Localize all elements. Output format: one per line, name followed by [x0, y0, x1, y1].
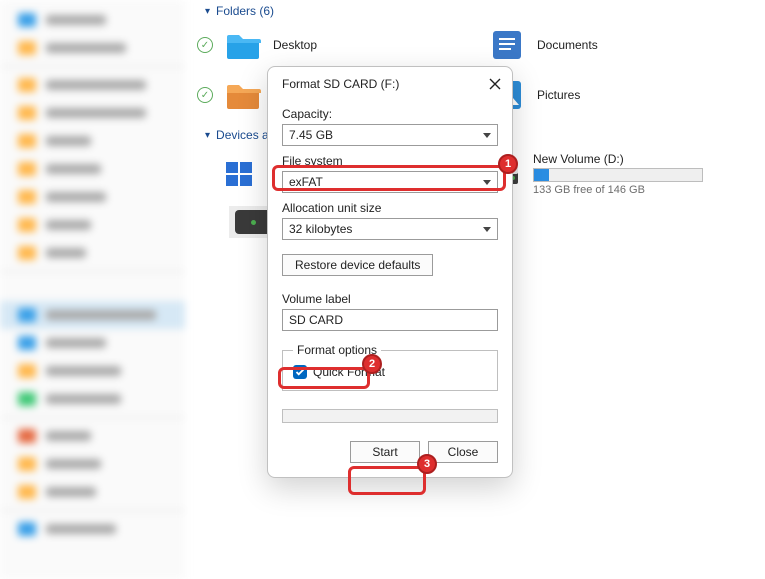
- format-progress: [282, 409, 498, 423]
- folder-name: Desktop: [273, 38, 317, 52]
- start-button[interactable]: Start: [350, 441, 420, 463]
- documents-icon: [489, 29, 525, 61]
- folder-desktop[interactable]: ✓ Desktop: [225, 24, 465, 66]
- drive-freespace: 133 GB free of 146 GB: [533, 184, 703, 196]
- restore-defaults-label: Restore device defaults: [295, 258, 420, 272]
- dialog-title: Format SD CARD (F:): [282, 77, 399, 91]
- aus-select[interactable]: 32 kilobytes: [282, 218, 498, 240]
- restore-defaults-button[interactable]: Restore device defaults: [282, 254, 433, 276]
- start-label: Start: [372, 445, 397, 459]
- capacity-label: Capacity:: [282, 107, 498, 121]
- volume-label-value: SD CARD: [289, 313, 343, 327]
- volume-label-input[interactable]: SD CARD: [282, 309, 498, 331]
- filesystem-select[interactable]: exFAT: [282, 171, 498, 193]
- folder-icon: [225, 79, 261, 111]
- badge-1: 1: [498, 154, 518, 174]
- folder-name: Pictures: [537, 88, 580, 102]
- chevron-down-icon: ▾: [205, 6, 210, 17]
- filesystem-label: File system: [282, 154, 498, 168]
- chevron-down-icon: ▾: [205, 130, 210, 141]
- folder-icon: [225, 29, 261, 61]
- chevron-down-icon: [483, 133, 491, 138]
- folder-pictures[interactable]: Pictures: [489, 74, 729, 116]
- folders-header-label: Folders (6): [216, 4, 274, 18]
- capacity-value: 7.45 GB: [289, 128, 333, 142]
- drive-name: New Volume (D:): [533, 152, 703, 166]
- aus-label: Allocation unit size: [282, 201, 498, 215]
- sd-icon: [235, 210, 271, 234]
- folder-documents[interactable]: Documents: [489, 24, 729, 66]
- chevron-down-icon: [483, 227, 491, 232]
- format-dialog: Format SD CARD (F:) Capacity: 7.45 GB Fi…: [267, 66, 513, 478]
- nav-sidebar: [0, 0, 185, 579]
- device-new-volume[interactable]: New Volume (D:) 133 GB free of 146 GB: [485, 152, 725, 196]
- filesystem-value: exFAT: [289, 175, 323, 189]
- folder-name: Documents: [537, 38, 598, 52]
- badge-2: 2: [362, 354, 382, 374]
- drive-bar: [533, 168, 703, 182]
- windows-icon: [221, 158, 257, 190]
- close-label: Close: [448, 445, 479, 459]
- check-icon: ✓: [197, 37, 213, 53]
- format-options-group: Format options Quick Format: [282, 343, 498, 391]
- badge-3: 3: [417, 454, 437, 474]
- close-icon[interactable]: [488, 77, 502, 91]
- check-icon: ✓: [197, 87, 213, 103]
- capacity-select[interactable]: 7.45 GB: [282, 124, 498, 146]
- close-button[interactable]: Close: [428, 441, 498, 463]
- folders-header[interactable]: ▾ Folders (6): [185, 0, 765, 22]
- volume-label-label: Volume label: [282, 292, 498, 306]
- chevron-down-icon: [483, 180, 491, 185]
- checkbox-checked-icon: [293, 365, 307, 379]
- aus-value: 32 kilobytes: [289, 222, 352, 236]
